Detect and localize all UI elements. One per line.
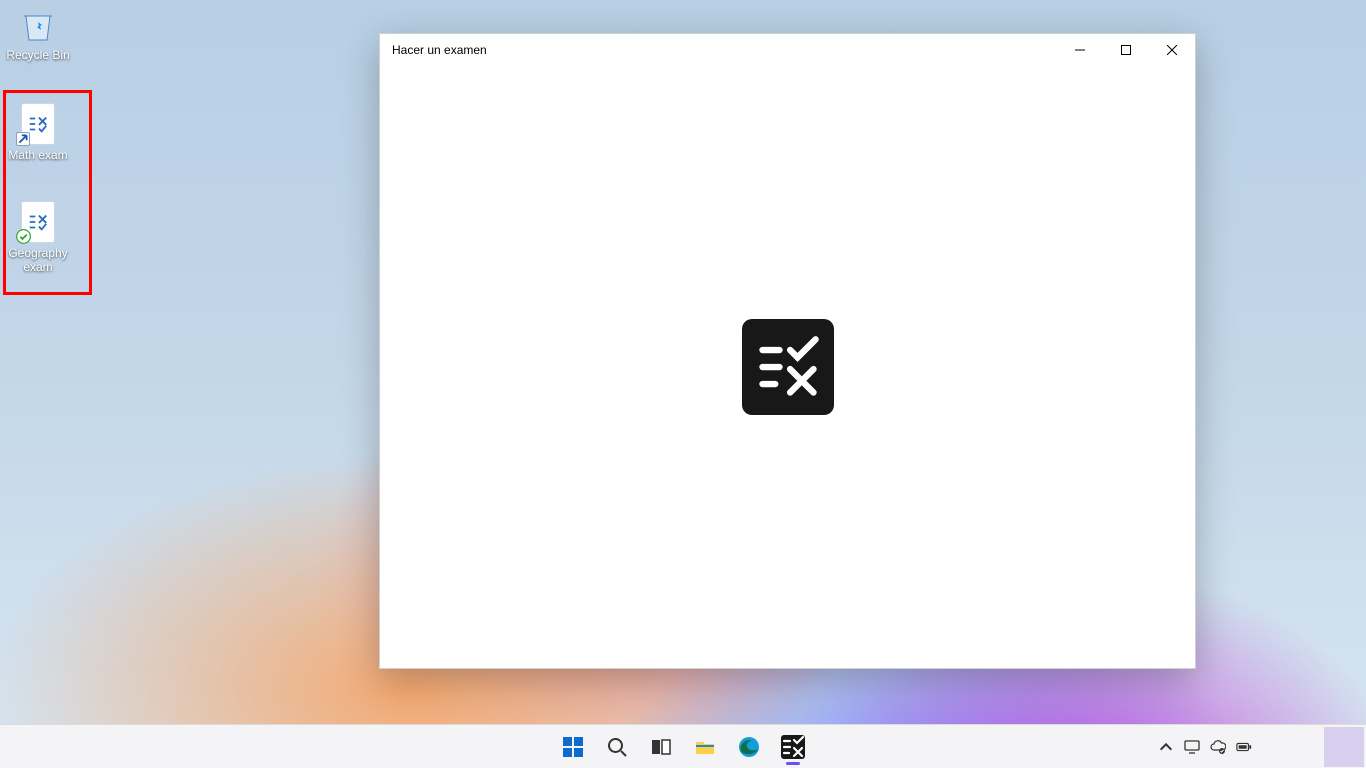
window-body <box>380 66 1195 668</box>
window-title: Hacer un examen <box>392 43 487 57</box>
taskbar <box>0 724 1366 768</box>
taskbar-tray <box>1154 727 1366 767</box>
battery-icon <box>1236 739 1252 755</box>
task-view-button[interactable] <box>641 727 681 767</box>
edge-button[interactable] <box>729 727 769 767</box>
tray-onedrive-icon[interactable] <box>1206 727 1230 767</box>
chevron-up-icon <box>1158 739 1174 755</box>
cloud-sync-icon <box>1210 739 1226 755</box>
minimize-button[interactable] <box>1057 34 1103 66</box>
desktop-icon-recycle-bin[interactable]: Recycle Bin <box>0 4 76 62</box>
take-test-icon <box>781 735 805 759</box>
tray-display-icon[interactable] <box>1180 727 1204 767</box>
take-test-window: Hacer un examen <box>379 33 1196 669</box>
windows-logo-icon <box>561 735 585 759</box>
display-icon <box>1184 739 1200 755</box>
tray-battery-icon[interactable] <box>1232 727 1256 767</box>
search-button[interactable] <box>597 727 637 767</box>
desktop[interactable]: Recycle Bin Math exam Geography exam Hac… <box>0 0 1366 768</box>
folder-icon <box>693 735 717 759</box>
start-button[interactable] <box>553 727 593 767</box>
task-view-icon <box>649 735 673 759</box>
maximize-button[interactable] <box>1103 34 1149 66</box>
window-controls <box>1057 34 1195 66</box>
show-desktop-button[interactable] <box>1324 727 1364 767</box>
taskbar-clock-area[interactable] <box>1258 727 1322 767</box>
taskbar-center <box>553 727 813 767</box>
edge-icon <box>737 735 761 759</box>
close-button[interactable] <box>1149 34 1195 66</box>
recycle-bin-icon <box>18 4 58 44</box>
window-titlebar[interactable]: Hacer un examen <box>380 34 1195 66</box>
take-test-splash-icon <box>742 319 834 415</box>
desktop-icon-label: Recycle Bin <box>6 48 69 62</box>
active-app-indicator <box>786 762 800 765</box>
search-icon <box>605 735 629 759</box>
annotation-highlight-box <box>3 90 92 295</box>
take-test-taskbar-button[interactable] <box>773 727 813 767</box>
show-hidden-icons-button[interactable] <box>1154 727 1178 767</box>
file-explorer-button[interactable] <box>685 727 725 767</box>
